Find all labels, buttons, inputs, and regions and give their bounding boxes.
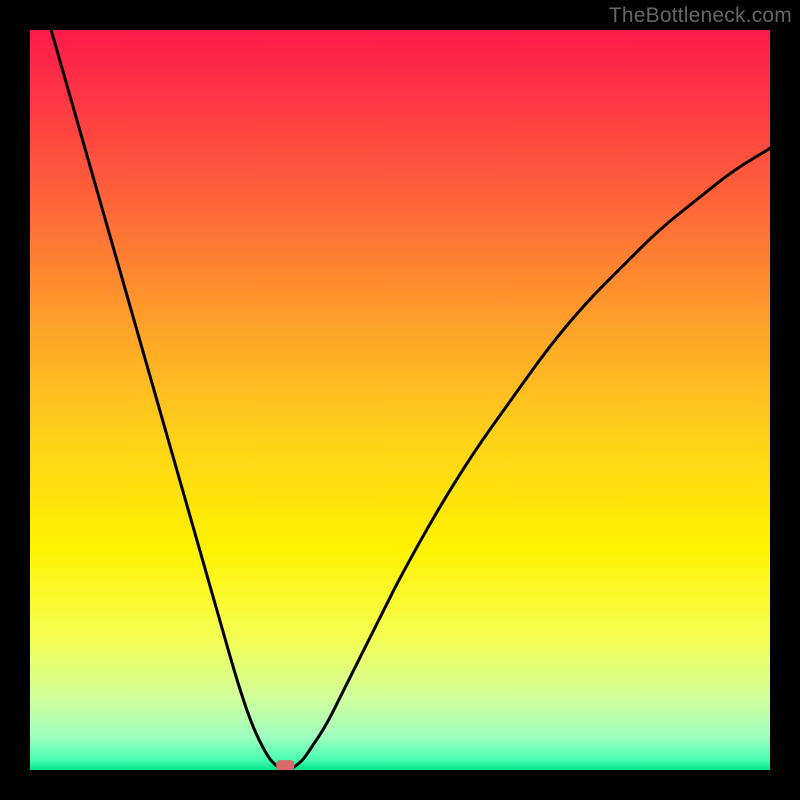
plot-area	[30, 30, 770, 770]
chart-container: TheBottleneck.com	[0, 0, 800, 800]
minimum-marker	[276, 760, 294, 770]
gradient-background	[30, 30, 770, 770]
watermark-text: TheBottleneck.com	[609, 4, 792, 28]
plot-svg	[30, 30, 770, 770]
